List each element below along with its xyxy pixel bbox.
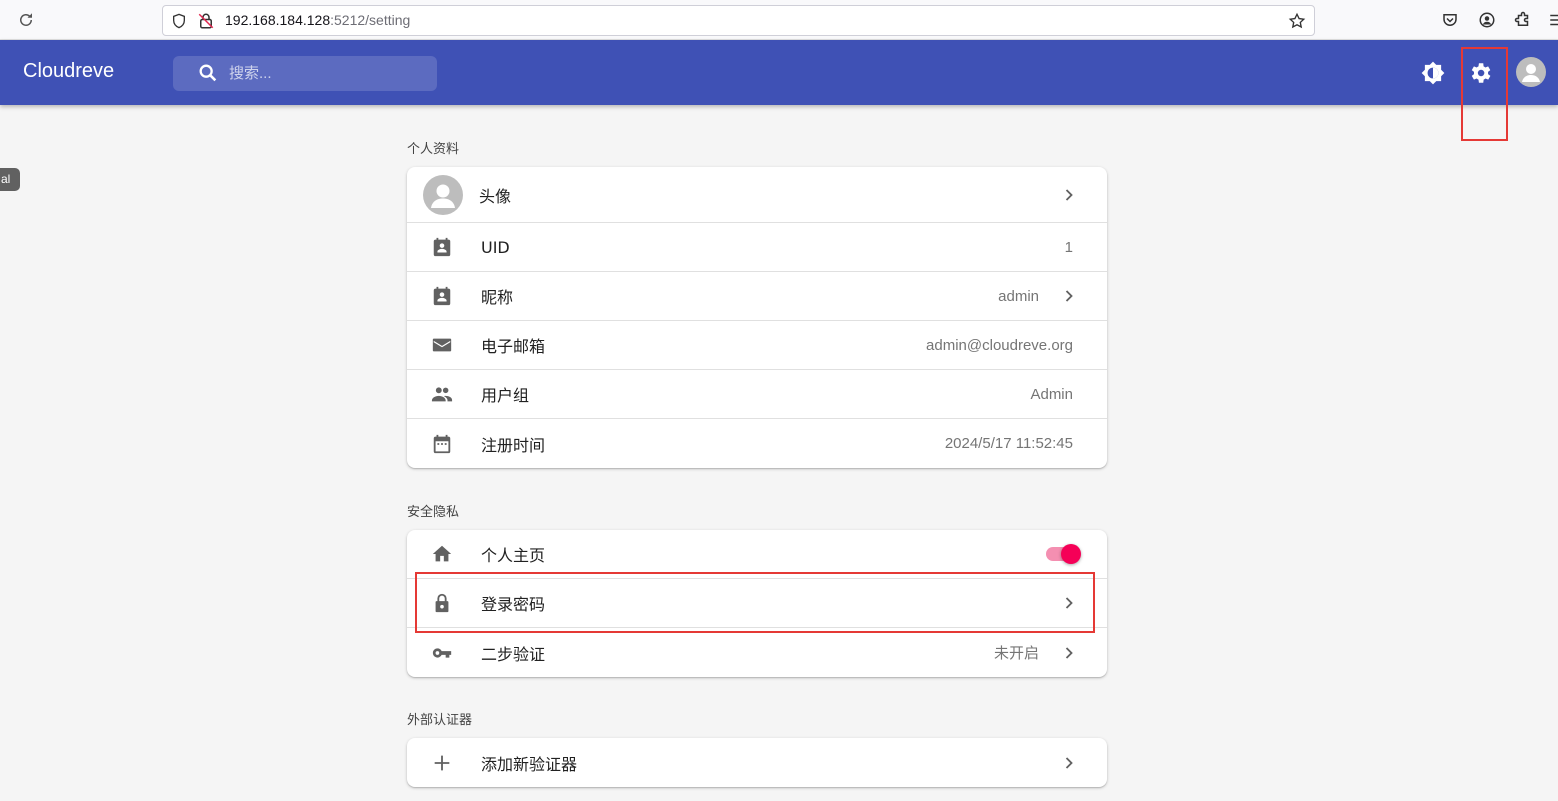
nickname-value: admin: [998, 287, 1039, 305]
security-card: 个人主页 登录密码 二步验证 未开启: [407, 530, 1107, 677]
reload-icon[interactable]: [17, 11, 35, 29]
homepage-label: 个人主页: [481, 546, 546, 565]
avatar-label: 头像: [479, 186, 512, 206]
nickname-row[interactable]: 昵称 admin: [407, 272, 1107, 321]
nickname-label: 昵称: [481, 288, 514, 307]
section-title-authenticators: 外部认证器: [407, 713, 473, 728]
add-authenticator-label: 添加新验证器: [481, 754, 578, 774]
settings-gear-icon[interactable]: [1467, 60, 1493, 86]
toggle-thumb: [1061, 544, 1081, 564]
app-bar: Cloudreve: [0, 40, 1558, 105]
people-icon: [431, 387, 453, 402]
chevron-right-icon: [1065, 646, 1073, 659]
url-bar[interactable]: 192.168.184.128:5212/setting: [162, 5, 1315, 36]
user-group-label: 用户组: [481, 386, 530, 405]
url-path: :5212/setting: [330, 12, 411, 28]
user-group-value: Admin: [1030, 385, 1073, 403]
key-icon: [432, 647, 452, 658]
search-box[interactable]: [173, 56, 437, 91]
email-label: 电子邮箱: [481, 337, 546, 356]
chevron-right-icon: [1065, 597, 1073, 609]
registered-time-value: 2024/5/17 11:52:45: [944, 435, 1073, 452]
uid-value: 1: [1064, 238, 1073, 256]
password-row[interactable]: 登录密码: [407, 579, 1107, 628]
insecure-lock-icon[interactable]: [197, 12, 215, 30]
chevron-right-icon: [1065, 290, 1073, 302]
contact-card-icon: [433, 286, 451, 306]
add-authenticator-row[interactable]: 添加新验证器: [407, 738, 1107, 787]
chevron-right-icon: [1065, 756, 1073, 769]
homepage-toggle[interactable]: [1044, 543, 1082, 565]
chevron-right-icon: [1065, 188, 1073, 201]
shield-icon[interactable]: [171, 12, 187, 30]
theme-toggle-icon[interactable]: [1420, 60, 1446, 86]
url-host: 192.168.184.128: [225, 12, 331, 28]
app-title[interactable]: Cloudreve: [23, 60, 114, 83]
section-title-profile: 个人资料: [407, 142, 460, 157]
authenticators-card: 添加新验证器: [407, 738, 1107, 787]
avatar: [423, 175, 463, 215]
search-icon: [199, 64, 217, 82]
two-factor-status: 未开启: [993, 645, 1039, 662]
plus-icon: [434, 755, 450, 770]
password-label: 登录密码: [481, 595, 546, 614]
side-tooltip-chip: al: [0, 168, 20, 191]
two-factor-label: 二步验证: [481, 644, 546, 664]
contact-card-icon: [433, 237, 451, 257]
user-group-row: 用户组 Admin: [407, 370, 1107, 419]
home-icon: [432, 545, 452, 562]
bookmark-star-icon[interactable]: [1288, 12, 1306, 30]
two-factor-row[interactable]: 二步验证 未开启: [407, 628, 1107, 677]
menu-icon[interactable]: [1548, 11, 1558, 29]
profile-card: 头像 UID 1 昵称 admin 电子邮箱 admin@cloudreve.o…: [407, 167, 1107, 468]
lock-icon: [435, 593, 449, 613]
url-text[interactable]: 192.168.184.128:5212/setting: [225, 12, 410, 28]
uid-row: UID 1: [407, 223, 1107, 272]
search-input[interactable]: [229, 56, 429, 91]
registered-time-label: 注册时间: [481, 435, 546, 455]
user-avatar[interactable]: [1516, 57, 1546, 87]
email-row: 电子邮箱 admin@cloudreve.org: [407, 321, 1107, 370]
pocket-icon[interactable]: [1441, 11, 1459, 29]
extensions-icon[interactable]: [1514, 11, 1532, 29]
email-value: admin@cloudreve.org: [926, 336, 1073, 354]
mail-icon: [432, 338, 452, 352]
uid-label: UID: [481, 237, 510, 257]
section-title-security: 安全隐私: [407, 505, 460, 520]
homepage-row[interactable]: 个人主页: [407, 530, 1107, 579]
avatar-row[interactable]: 头像: [407, 167, 1107, 223]
person-icon: [431, 184, 455, 208]
registered-time-row: 注册时间 2024/5/17 11:52:45: [407, 419, 1107, 468]
person-icon: [1522, 64, 1540, 82]
calendar-icon: [433, 434, 451, 453]
browser-toolbar: 192.168.184.128:5212/setting: [0, 0, 1558, 40]
account-circle-icon[interactable]: [1478, 11, 1496, 29]
